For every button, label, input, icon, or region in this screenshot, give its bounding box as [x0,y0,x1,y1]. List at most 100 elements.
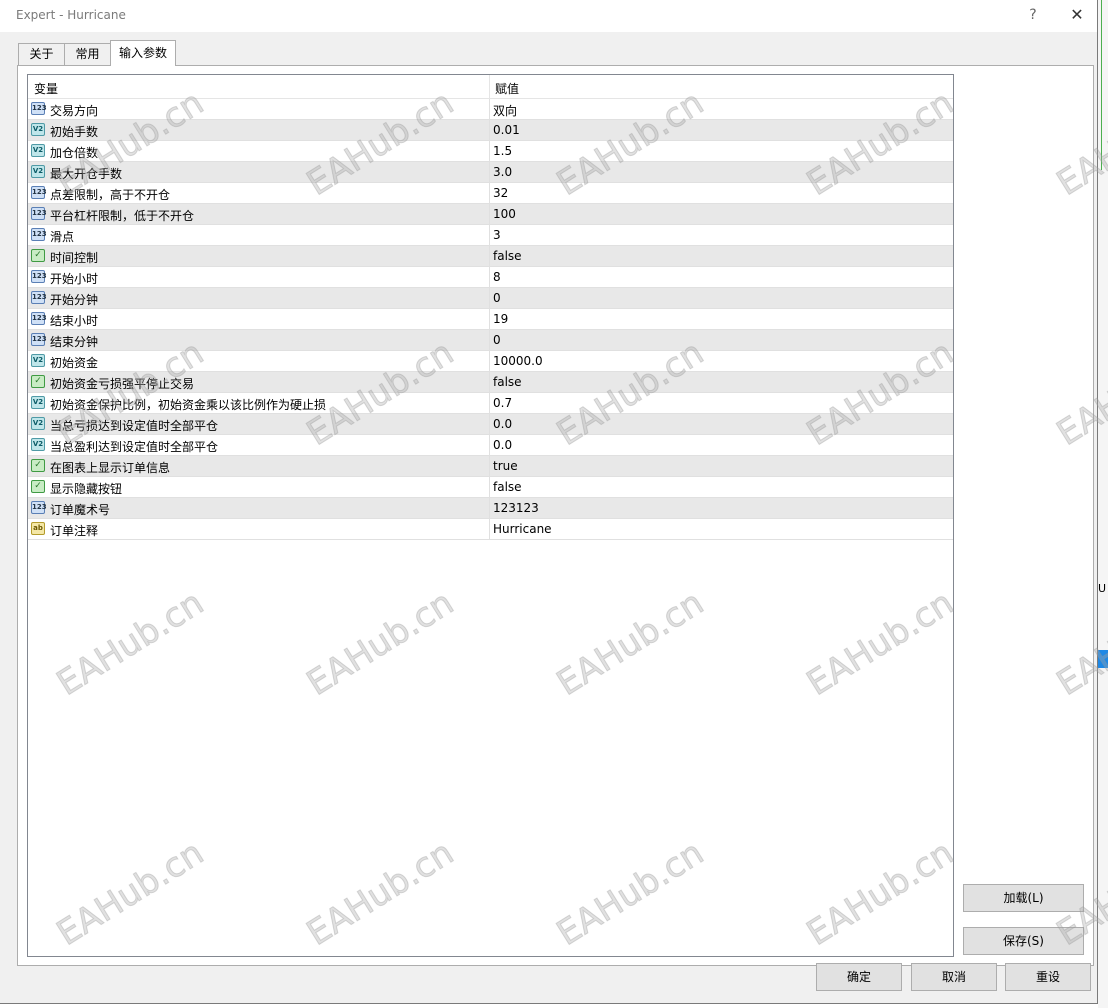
parameters-table: 变量 赋值 123 交易方向 双向 V2 初始手数 0.01 V2 加仓倍数 1.5 V2 最大开仓… [27,74,954,957]
column-separator[interactable] [489,75,490,98]
table-row[interactable]: 123 开始分钟 0 [28,288,953,309]
background-selected-bar [1098,650,1108,668]
expert-properties-dialog: Expert - Hurricane ? ✕ 关于 常用 输入参数 变量 赋值 … [0,0,1098,1004]
cell-separator [489,267,490,287]
table-row[interactable]: 123 点差限制，高于不开仓 32 [28,183,953,204]
param-type-int-icon: 123 [31,228,47,241]
param-value[interactable]: 32 [493,186,508,200]
param-value[interactable]: Hurricane [493,522,552,536]
table-row[interactable]: 123 开始小时 8 [28,267,953,288]
table-row[interactable]: 123 订单魔术号 123123 [28,498,953,519]
cell-separator [489,99,490,119]
param-name: 订单魔术号 [50,503,111,517]
param-value[interactable]: 3.0 [493,165,512,179]
param-type-int-icon: 123 [31,270,47,283]
param-type-int-icon: 123 [31,102,47,115]
param-name: 时间控制 [50,251,99,265]
table-row[interactable]: 123 滑点 3 [28,225,953,246]
help-button[interactable]: ? [1022,4,1044,26]
param-type-int-icon: 123 [31,333,47,346]
background-app-strip: U [1098,0,1108,1008]
table-row[interactable]: 123 结束分钟 0 [28,330,953,351]
table-row[interactable]: V2 当总亏损达到设定值时全部平仓 0.0 [28,414,953,435]
close-button[interactable]: ✕ [1066,4,1088,26]
param-value[interactable]: 0 [493,333,501,347]
cell-separator [489,309,490,329]
table-row[interactable]: V2 初始手数 0.01 [28,120,953,141]
tab-inputs[interactable]: 输入参数 [110,40,176,66]
param-type-bool-icon: ✓ [31,249,45,262]
param-type-int-icon: 123 [31,186,47,199]
param-value[interactable]: 10000.0 [493,354,543,368]
param-name: 平台杠杆限制，低于不开仓 [50,209,195,223]
param-name: 开始分钟 [50,293,99,307]
param-value[interactable]: 0.0 [493,438,512,452]
cell-separator [489,246,490,266]
table-row[interactable]: V2 最大开仓手数 3.0 [28,162,953,183]
table-row[interactable]: V2 初始资金 10000.0 [28,351,953,372]
param-name: 初始资金保护比例，初始资金乘以该比例作为硬止损 [50,398,327,412]
cell-separator [489,372,490,392]
title-bar[interactable]: Expert - Hurricane ? ✕ [0,0,1097,32]
column-header-value[interactable]: 赋值 [495,80,519,97]
table-row[interactable]: ab 订单注释 Hurricane [28,519,953,540]
param-name: 结束分钟 [50,335,99,349]
table-row[interactable]: ✓ 显示隐藏按钮 false [28,477,953,498]
table-row[interactable]: V2 初始资金保护比例，初始资金乘以该比例作为硬止损 0.7 [28,393,953,414]
cell-separator [489,456,490,476]
param-value[interactable]: false [493,249,522,263]
param-name: 开始小时 [50,272,99,286]
param-name: 最大开仓手数 [50,167,123,181]
param-type-dbl-icon: V2 [31,354,45,367]
param-name: 在图表上显示订单信息 [50,461,171,475]
param-type-int-icon: 123 [31,207,47,220]
param-value[interactable]: 双向 [493,102,517,119]
param-value[interactable]: 100 [493,207,516,221]
param-name: 订单注释 [50,524,99,538]
param-value[interactable]: 8 [493,270,501,284]
param-type-dbl-icon: V2 [31,123,45,136]
cell-separator [489,288,490,308]
table-row[interactable]: 123 平台杠杆限制，低于不开仓 100 [28,204,953,225]
param-value[interactable]: 0.0 [493,417,512,431]
table-row[interactable]: ✓ 在图表上显示订单信息 true [28,456,953,477]
reset-button[interactable]: 重设 [1005,963,1091,991]
param-value[interactable]: 19 [493,312,508,326]
ok-button[interactable]: 确定 [816,963,902,991]
table-row[interactable]: V2 当总盈利达到设定值时全部平仓 0.0 [28,435,953,456]
param-name: 初始手数 [50,125,99,139]
tab-about[interactable]: 关于 [18,43,65,65]
param-value[interactable]: 1.5 [493,144,512,158]
table-row[interactable]: 123 结束小时 19 [28,309,953,330]
param-value[interactable]: 123123 [493,501,539,515]
table-row[interactable]: ✓ 时间控制 false [28,246,953,267]
param-value[interactable]: 3 [493,228,501,242]
save-button[interactable]: 保存(S) [963,927,1084,955]
param-value[interactable]: false [493,480,522,494]
param-value[interactable]: 0.7 [493,396,512,410]
cell-separator [489,120,490,140]
table-row[interactable]: 123 交易方向 双向 [28,99,953,120]
cell-separator [489,435,490,455]
cancel-button[interactable]: 取消 [911,963,997,991]
param-name: 加仓倍数 [50,146,99,160]
table-row[interactable]: V2 加仓倍数 1.5 [28,141,953,162]
param-name: 滑点 [50,230,75,244]
param-name: 显示隐藏按钮 [50,482,123,496]
param-value[interactable]: false [493,375,522,389]
param-value[interactable]: 0.01 [493,123,520,137]
param-type-bool-icon: ✓ [31,480,45,493]
cell-separator [489,141,490,161]
background-text: U [1098,582,1107,595]
tab-common[interactable]: 常用 [64,43,111,65]
table-row[interactable]: ✓ 初始资金亏损强平停止交易 false [28,372,953,393]
param-type-dbl-icon: V2 [31,438,45,451]
param-name: 初始资金亏损强平停止交易 [50,377,195,391]
param-value[interactable]: 0 [493,291,501,305]
param-value[interactable]: true [493,459,518,473]
load-button[interactable]: 加载(L) [963,884,1084,912]
param-type-dbl-icon: V2 [31,144,45,157]
column-header-variable[interactable]: 变量 [34,80,58,97]
param-name: 结束小时 [50,314,99,328]
cell-separator [489,225,490,245]
